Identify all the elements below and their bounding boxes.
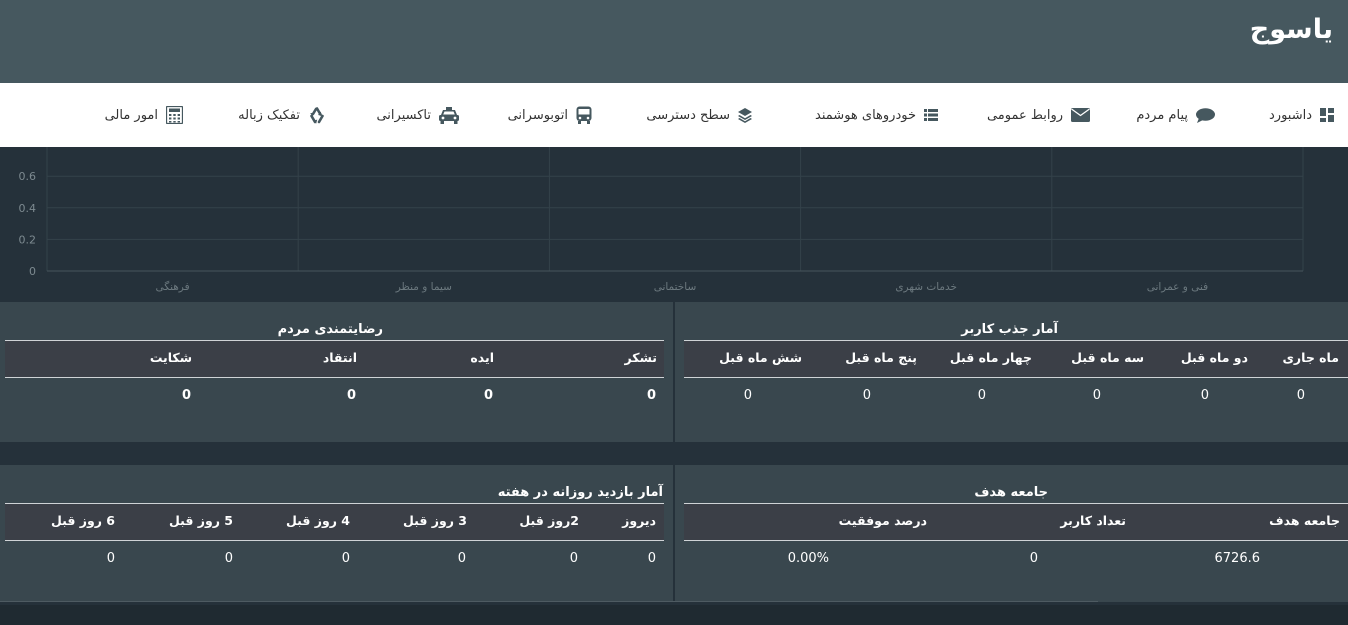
cell-value: 0 bbox=[1296, 388, 1305, 403]
complaints-chart: 0.6 0.4 0.2 0 فرهنگی سیما و منظر ساختمانی خدمات… bbox=[0, 147, 1348, 300]
nav-item-public-relations[interactable]: روابط عمومی bbox=[987, 83, 1090, 147]
y-tick-label: 0.2 bbox=[19, 233, 37, 246]
nav-label: خودروهای هوشمند bbox=[815, 107, 916, 123]
nav-label: تاکسیرانی bbox=[376, 107, 431, 123]
cell-value: 0 bbox=[569, 551, 578, 566]
col-header: 6 روز قبل bbox=[50, 513, 115, 528]
cell-value: 0 bbox=[346, 388, 356, 403]
col-header: 3 روز قبل bbox=[402, 513, 467, 528]
divider bbox=[0, 601, 1098, 602]
nav-item-dashboard[interactable]: داشبورد bbox=[1269, 83, 1334, 147]
nav-label: سطح دسترسی bbox=[646, 107, 730, 123]
col-header: ایده bbox=[470, 350, 494, 365]
col-header: 2روز قبل bbox=[519, 513, 579, 528]
cell-value: 0 bbox=[647, 551, 656, 566]
comment-icon bbox=[1196, 107, 1215, 123]
cell-value: 0.00% bbox=[787, 551, 829, 566]
target-panel: جامعه هدف جامعه هدف تعداد کاربر درصد موف… bbox=[675, 465, 1348, 602]
cell-value: 0 bbox=[1029, 551, 1038, 566]
daily-visits-title: آمار بازدید روزانه در هفته bbox=[497, 485, 663, 500]
col-header: انتقاد bbox=[322, 350, 357, 365]
y-tick-label: 0 bbox=[29, 265, 36, 278]
bus-icon bbox=[576, 106, 592, 124]
target-table-header: جامعه هدف تعداد کاربر درصد موفقیت bbox=[684, 503, 1348, 541]
dashboard-icon bbox=[1320, 108, 1334, 122]
nav-item-bus[interactable]: اتوبوسرانی bbox=[508, 83, 592, 147]
chart-svg: 0.6 0.4 0.2 0 فرهنگی سیما و منظر ساختمانی خدمات… bbox=[19, 147, 1304, 293]
cell-value: 0 bbox=[181, 388, 191, 403]
cell-value: 0 bbox=[1200, 388, 1209, 403]
nav-item-taxi[interactable]: تاکسیرانی bbox=[376, 83, 459, 147]
satisfaction-title: رضایتمندی مردم bbox=[277, 322, 383, 337]
satisfaction-table-header: تشکر ایده انتقاد شکایت bbox=[5, 340, 664, 378]
col-header: چهار ماه قبل bbox=[949, 350, 1032, 365]
nav-label: اتوبوسرانی bbox=[507, 107, 568, 123]
col-header: دیروز bbox=[622, 513, 656, 528]
footer-strip bbox=[0, 605, 1348, 625]
cell-value: 0 bbox=[457, 551, 466, 566]
list-icon bbox=[924, 109, 938, 121]
col-header: سه ماه قبل bbox=[1071, 350, 1144, 365]
nav-label: تفکیک زباله bbox=[238, 107, 300, 123]
user-stats-table-header: ماه جاری دو ماه قبل سه ماه قبل چهار ماه … bbox=[684, 340, 1348, 378]
main-nav: داشبورد پیام مردم روابط عمومی خودروهای ه… bbox=[0, 83, 1348, 147]
daily-visits-table-header: دیروز 2روز قبل 3 روز قبل 4 روز قبل 5 روز… bbox=[5, 503, 664, 541]
cell-value: 0 bbox=[977, 388, 986, 403]
recycle-icon bbox=[308, 106, 326, 124]
satisfaction-panel: رضایتمندی مردم تشکر ایده انتقاد شکایت 0 … bbox=[0, 302, 673, 442]
x-tick-label: سیما و منظر bbox=[395, 281, 452, 293]
nav-label: پیام مردم bbox=[1136, 107, 1188, 123]
daily-visits-panel: آمار بازدید روزانه در هفته دیروز 2روز قب… bbox=[0, 465, 673, 602]
cell-value: 0 bbox=[1092, 388, 1101, 403]
nav-item-smart-vehicles[interactable]: خودروهای هوشمند bbox=[815, 83, 938, 147]
col-header: درصد موفقیت bbox=[838, 513, 927, 528]
col-header: دو ماه قبل bbox=[1180, 350, 1248, 365]
y-tick-label: 0.4 bbox=[19, 202, 37, 215]
col-header: ماه جاری bbox=[1282, 350, 1339, 365]
cell-value: 0 bbox=[341, 551, 350, 566]
nav-item-messages[interactable]: پیام مردم bbox=[1136, 83, 1215, 147]
cell-value: 0 bbox=[224, 551, 233, 566]
col-header: تشکر bbox=[624, 350, 657, 365]
cell-value: 0 bbox=[483, 388, 493, 403]
col-header: شکایت bbox=[149, 350, 192, 365]
target-title: جامعه هدف bbox=[974, 485, 1048, 500]
cell-value: 0 bbox=[743, 388, 752, 403]
cell-value: 0 bbox=[862, 388, 871, 403]
cell-value: 0 bbox=[646, 388, 656, 403]
nav-item-waste-separation[interactable]: تفکیک زباله bbox=[238, 83, 326, 147]
x-tick-label: فنی و عمرانی bbox=[1147, 281, 1208, 293]
app-title: یاسوج bbox=[1249, 14, 1333, 45]
x-tick-label: فرهنگی bbox=[156, 280, 190, 293]
layers-icon bbox=[738, 107, 752, 123]
nav-label: داشبورد bbox=[1269, 107, 1312, 123]
user-stats-title: آمار جذب کاربر bbox=[961, 322, 1058, 337]
nav-label: روابط عمومی bbox=[986, 107, 1063, 123]
col-header: 5 روز قبل bbox=[168, 513, 233, 528]
col-header: پنج ماه قبل bbox=[845, 350, 917, 365]
cell-value: 6726.6 bbox=[1214, 551, 1261, 566]
taxi-icon bbox=[439, 106, 459, 124]
nav-item-finance[interactable]: امور مالی bbox=[105, 83, 183, 147]
cell-value: 0 bbox=[106, 551, 115, 566]
user-stats-panel: آمار جذب کاربر ماه جاری دو ماه قبل سه ما… bbox=[675, 302, 1348, 442]
nav-label: امور مالی bbox=[104, 107, 158, 123]
col-header: 4 روز قبل bbox=[285, 513, 350, 528]
col-header: تعداد کاربر bbox=[1060, 513, 1126, 528]
nav-item-access-level[interactable]: سطح دسترسی bbox=[646, 83, 752, 147]
col-header: شش ماه قبل bbox=[719, 350, 802, 365]
col-header: جامعه هدف bbox=[1269, 513, 1340, 528]
x-tick-label: خدمات شهری bbox=[895, 281, 957, 293]
x-tick-label: ساختمانی bbox=[654, 281, 697, 293]
top-header: یاسوج bbox=[0, 0, 1348, 83]
calculator-icon bbox=[166, 106, 183, 124]
y-tick-label: 0.6 bbox=[19, 170, 37, 183]
envelope-icon bbox=[1071, 108, 1090, 122]
